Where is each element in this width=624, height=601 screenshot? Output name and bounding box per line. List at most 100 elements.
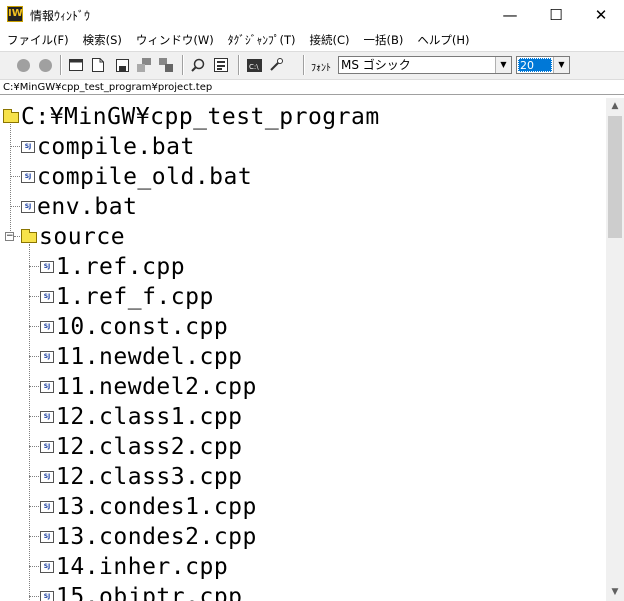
font-select-value: MS ゴシック bbox=[341, 58, 411, 72]
menu-help[interactable]: ヘルプ(H) bbox=[410, 32, 476, 48]
sjis-file-icon: SJ bbox=[40, 261, 54, 273]
sjis-file-icon: SJ bbox=[21, 171, 35, 183]
tree-view[interactable]: − C:¥MinGW¥cpp_test_program SJ compile.b… bbox=[0, 98, 606, 601]
tree-file[interactable]: SJ 1.ref_f.cpp bbox=[40, 282, 214, 312]
tree-folder[interactable]: source bbox=[21, 222, 125, 252]
folder-open-icon bbox=[3, 108, 19, 123]
sjis-file-icon: SJ bbox=[40, 291, 54, 303]
tree-connector bbox=[14, 236, 20, 237]
tree-connector bbox=[10, 176, 20, 177]
tree-connector bbox=[10, 206, 20, 207]
tree-connector bbox=[29, 244, 30, 601]
scroll-thumb[interactable] bbox=[608, 116, 622, 238]
sjis-file-icon: SJ bbox=[40, 591, 54, 601]
menu-file[interactable]: ファイル(F) bbox=[0, 32, 76, 48]
file-label: env.bat bbox=[37, 194, 138, 220]
tree-file[interactable]: SJ compile.bat bbox=[21, 132, 195, 162]
tree-file[interactable]: SJ 10.const.cpp bbox=[40, 312, 228, 342]
file-label: 13.condes2.cpp bbox=[56, 524, 257, 550]
tree-connector bbox=[29, 596, 39, 597]
console-icon[interactable]: C:\ bbox=[246, 57, 262, 73]
connect-icon[interactable] bbox=[268, 57, 284, 73]
file-label: 12.class2.cpp bbox=[56, 434, 243, 460]
file-label: 12.class3.cpp bbox=[56, 464, 243, 490]
font-select[interactable]: MS ゴシック ▼ bbox=[338, 56, 512, 74]
menu-window[interactable]: ウィンドウ(W) bbox=[129, 32, 221, 48]
tree-connector bbox=[29, 566, 39, 567]
tree-connector bbox=[10, 146, 20, 147]
chevron-down-icon[interactable]: ▼ bbox=[495, 57, 511, 73]
tree-file[interactable]: SJ 14.inher.cpp bbox=[40, 552, 228, 582]
tile-icon[interactable] bbox=[158, 57, 174, 73]
window-icon[interactable] bbox=[68, 57, 84, 73]
toolbar-separator bbox=[60, 55, 62, 75]
tree-file[interactable]: SJ env.bat bbox=[21, 192, 137, 222]
minimize-button[interactable]: — bbox=[487, 0, 533, 30]
close-button[interactable]: ✕ bbox=[578, 0, 624, 30]
grep-icon[interactable] bbox=[213, 57, 229, 73]
menu-batch[interactable]: 一括(B) bbox=[356, 32, 410, 48]
tree-file[interactable]: SJ 12.class3.cpp bbox=[40, 462, 243, 492]
toolbar-separator bbox=[303, 55, 305, 75]
folder-open-icon bbox=[21, 228, 37, 243]
toolbar-separator bbox=[182, 55, 184, 75]
toolbar: C:\ ﾌｫﾝﾄ MS ゴシック ▼ 20 ▼ bbox=[0, 51, 624, 80]
vertical-scrollbar[interactable]: ▲ ▼ bbox=[606, 98, 624, 601]
search-icon[interactable] bbox=[190, 57, 206, 73]
toolbar-separator bbox=[238, 55, 240, 75]
tree-file[interactable]: SJ 13.condes2.cpp bbox=[40, 522, 257, 552]
save-icon[interactable] bbox=[114, 57, 130, 73]
new-file-icon[interactable] bbox=[90, 57, 106, 73]
sjis-file-icon: SJ bbox=[21, 141, 35, 153]
project-path: C:¥MinGW¥cpp_test_program¥project.tep bbox=[0, 80, 624, 95]
tree-root-label: C:¥MinGW¥cpp_test_program bbox=[21, 104, 380, 130]
app-icon: IW bbox=[7, 6, 23, 22]
tree-connector bbox=[29, 476, 39, 477]
tree-file[interactable]: SJ 1.ref.cpp bbox=[40, 252, 185, 282]
tree-root[interactable]: C:¥MinGW¥cpp_test_program bbox=[3, 102, 380, 132]
file-label: 15.objptr.cpp bbox=[56, 584, 243, 601]
menu-connect[interactable]: 接続(C) bbox=[302, 32, 356, 48]
sjis-file-icon: SJ bbox=[40, 501, 54, 513]
tree-file[interactable]: SJ 12.class1.cpp bbox=[40, 402, 243, 432]
font-size-select[interactable]: 20 ▼ bbox=[516, 56, 570, 74]
file-label: 11.newdel2.cpp bbox=[56, 374, 257, 400]
back-icon[interactable] bbox=[15, 57, 31, 73]
scroll-up-icon[interactable]: ▲ bbox=[606, 98, 624, 115]
collapse-toggle[interactable]: − bbox=[5, 232, 14, 241]
menu-search[interactable]: 検索(S) bbox=[76, 32, 129, 48]
font-label: ﾌｫﾝﾄ bbox=[311, 63, 331, 74]
title-bar: IW 情報ｳｨﾝﾄﾞｳ — ☐ ✕ bbox=[0, 0, 624, 30]
sjis-file-icon: SJ bbox=[40, 381, 54, 393]
tree-file[interactable]: SJ 13.condes1.cpp bbox=[40, 492, 257, 522]
sjis-file-icon: SJ bbox=[40, 441, 54, 453]
menu-tagjump[interactable]: ﾀｸﾞｼﾞｬﾝﾌﾟ(T) bbox=[221, 32, 303, 48]
scroll-down-icon[interactable]: ▼ bbox=[606, 584, 624, 601]
tree-connector bbox=[29, 506, 39, 507]
file-label: 11.newdel.cpp bbox=[56, 344, 243, 370]
sjis-file-icon: SJ bbox=[40, 471, 54, 483]
tree-connector bbox=[29, 296, 39, 297]
tree-file[interactable]: SJ 11.newdel2.cpp bbox=[40, 372, 257, 402]
tree-file[interactable]: SJ compile_old.bat bbox=[21, 162, 252, 192]
font-size-value: 20 bbox=[518, 58, 552, 72]
file-label: 10.const.cpp bbox=[56, 314, 229, 340]
sjis-file-icon: SJ bbox=[40, 561, 54, 573]
sjis-file-icon: SJ bbox=[40, 531, 54, 543]
sjis-file-icon: SJ bbox=[21, 201, 35, 213]
maximize-button[interactable]: ☐ bbox=[533, 0, 579, 30]
tree-connector bbox=[29, 266, 39, 267]
tree-file[interactable]: SJ 12.class2.cpp bbox=[40, 432, 243, 462]
sjis-file-icon: SJ bbox=[40, 411, 54, 423]
tree-connector bbox=[29, 326, 39, 327]
tree-connector bbox=[29, 386, 39, 387]
tree-connector bbox=[10, 120, 11, 237]
chevron-down-icon[interactable]: ▼ bbox=[553, 57, 569, 73]
forward-icon[interactable] bbox=[37, 57, 53, 73]
tree-connector bbox=[29, 416, 39, 417]
tree-file[interactable]: SJ 11.newdel.cpp bbox=[40, 342, 243, 372]
cascade-icon[interactable] bbox=[136, 57, 152, 73]
tree-file[interactable]: SJ 15.objptr.cpp bbox=[40, 582, 243, 601]
folder-label: source bbox=[39, 224, 126, 250]
window-title: 情報ｳｨﾝﾄﾞｳ bbox=[30, 9, 91, 23]
